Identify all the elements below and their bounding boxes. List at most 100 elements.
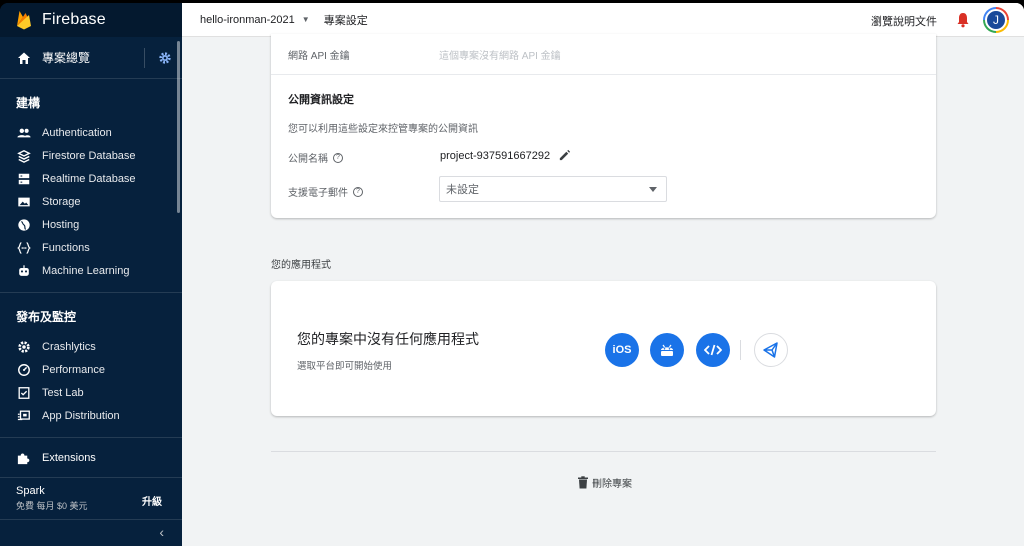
project-overview-label: 專案總覽 (42, 51, 91, 65)
puzzle-icon (17, 453, 30, 465)
sidebar-section-title: 建構 (16, 96, 41, 110)
gear-icon (159, 52, 171, 64)
sidebar-item-extensions[interactable]: Extensions (0, 438, 182, 478)
firebase-logo-icon (17, 11, 31, 30)
sidebar-item-label: Authentication (42, 126, 112, 139)
page-title: 專案設定 (323, 14, 368, 27)
settings-card: 網路 API 金鑰 這個專案沒有網路 API 金鑰 公開資訊設定 您可以利用這些… (271, 34, 936, 218)
sidebar-section-release-monitor: 發布及監控 Crashlytics Performance Test Lab A… (0, 293, 182, 438)
sidebar-item-machine-learning[interactable]: Machine Learning (0, 259, 182, 282)
sidebar-item-label: Test Lab (42, 386, 84, 399)
caret-down-icon: ▼ (301, 15, 310, 24)
dropdown-arrow-icon (649, 187, 657, 192)
avatar-initial: J (985, 9, 1007, 31)
functions-icon (16, 240, 31, 255)
docs-link[interactable]: 瀏覽說明文件 (871, 13, 937, 29)
sidebar-item-crashlytics[interactable]: Crashlytics (0, 335, 182, 358)
plan-price: 免費 每月 $0 美元 (16, 501, 88, 511)
apps-section-label: 您的應用程式 (271, 260, 331, 271)
public-name-value: project-937591667292 (440, 149, 551, 162)
code-icon (704, 344, 722, 356)
main-content: hello-ironman-2021 ▼ 專案設定 瀏覽說明文件 J 網路 AP… (182, 3, 1024, 546)
sidebar-item-label: Storage (42, 195, 81, 208)
sidebar-item-label: Functions (42, 241, 90, 254)
support-email-select[interactable]: 未設定 (439, 176, 667, 202)
firestore-icon (16, 148, 31, 163)
sidebar-item-label: Realtime Database (42, 172, 136, 185)
sidebar-item-hosting[interactable]: Hosting (0, 213, 182, 236)
unity-icon (763, 342, 778, 358)
sidebar-item-firestore[interactable]: Firestore Database (0, 144, 182, 167)
sidebar-item-app-distribution[interactable]: App Distribution (0, 404, 182, 427)
top-bar: hello-ironman-2021 ▼ 專案設定 瀏覽說明文件 J (182, 3, 1024, 37)
api-key-label: 網路 API 金鑰 (288, 50, 350, 62)
plan-name: Spark (16, 485, 45, 497)
billing-plan: Spark 免費 每月 $0 美元 升級 (0, 478, 182, 520)
api-key-row: 網路 API 金鑰 這個專案沒有網路 API 金鑰 (271, 34, 936, 75)
sidebar-item-realtime-database[interactable]: Realtime Database (0, 167, 182, 190)
sidebar-item-test-lab[interactable]: Test Lab (0, 381, 182, 404)
sidebar-section-title: 發布及監控 (16, 310, 77, 324)
distribution-icon (16, 408, 31, 423)
robot-icon (16, 263, 31, 278)
sidebar-item-authentication[interactable]: Authentication (0, 121, 182, 144)
bell-icon[interactable] (956, 12, 970, 28)
help-icon[interactable]: ? (333, 152, 343, 163)
trash-icon (578, 476, 588, 489)
avatar[interactable]: J (983, 7, 1009, 33)
sidebar: Firebase 專案總覽 建構 Authentication Firestor… (0, 3, 182, 546)
image-icon (16, 194, 31, 209)
project-selector[interactable]: hello-ironman-2021 ▼ (200, 14, 310, 26)
ios-icon: iOS (612, 344, 632, 356)
section-divider (271, 451, 936, 452)
sidebar-section-build: 建構 Authentication Firestore Database Rea… (0, 79, 182, 293)
crashlytics-icon (16, 339, 31, 354)
add-android-app-button[interactable] (650, 333, 684, 367)
speedometer-icon (16, 362, 31, 377)
sidebar-item-label: Machine Learning (42, 264, 130, 277)
platform-separator (740, 340, 741, 360)
home-icon (18, 52, 30, 64)
sidebar-item-label: Firestore Database (42, 149, 136, 162)
sidebar-item-label: Crashlytics (42, 340, 96, 353)
apps-empty-subtitle: 選取平台即可開始使用 (297, 361, 393, 372)
brand-name: Firebase (42, 11, 106, 28)
brand[interactable]: Firebase (0, 3, 182, 37)
help-icon[interactable]: ? (353, 186, 363, 197)
android-icon (661, 344, 673, 356)
settings-gear-button[interactable] (144, 48, 172, 68)
collapse-sidebar-button[interactable]: ‹ (159, 524, 164, 540)
public-settings-description: 您可以利用這些設定來控管專案的公開資訊 (288, 124, 478, 135)
sidebar-item-functions[interactable]: Functions (0, 236, 182, 259)
sidebar-item-storage[interactable]: Storage (0, 190, 182, 213)
api-key-value: 這個專案沒有網路 API 金鑰 (439, 50, 561, 62)
add-web-app-button[interactable] (696, 333, 730, 367)
add-ios-app-button[interactable]: iOS (605, 333, 639, 367)
support-email-value: 未設定 (446, 184, 479, 196)
public-name-field: project-937591667292 (440, 149, 571, 162)
sidebar-item-label: Performance (42, 363, 105, 376)
app-window: Firebase 專案總覽 建構 Authentication Firestor… (0, 3, 1024, 546)
public-name-label: 公開名稱 (288, 154, 328, 165)
database-icon (16, 171, 31, 186)
upgrade-button[interactable]: 升級 (142, 493, 162, 508)
project-name: hello-ironman-2021 (200, 13, 295, 26)
public-name-row: 公開名稱 ? (288, 150, 343, 165)
public-settings-title: 公開資訊設定 (288, 94, 354, 106)
people-icon (16, 125, 31, 140)
globe-icon (16, 217, 31, 232)
sidebar-item-performance[interactable]: Performance (0, 358, 182, 381)
sidebar-item-label: Extensions (42, 451, 96, 464)
apps-empty-heading: 您的專案中沒有任何應用程式 (297, 331, 479, 347)
add-unity-app-button[interactable] (754, 333, 788, 367)
pencil-icon[interactable] (558, 149, 571, 162)
delete-project-button[interactable]: 刪除專案 (577, 475, 632, 490)
delete-project-label: 刪除專案 (592, 479, 632, 490)
support-email-row: 支援電子郵件 ? (288, 184, 363, 199)
checklist-icon (16, 385, 31, 400)
sidebar-scrollbar[interactable] (177, 41, 180, 213)
apps-card: 您的專案中沒有任何應用程式 選取平台即可開始使用 iOS (271, 281, 936, 416)
project-overview-link[interactable]: 專案總覽 (0, 37, 182, 79)
sidebar-item-label: App Distribution (42, 409, 120, 422)
sidebar-item-label: Hosting (42, 218, 80, 231)
